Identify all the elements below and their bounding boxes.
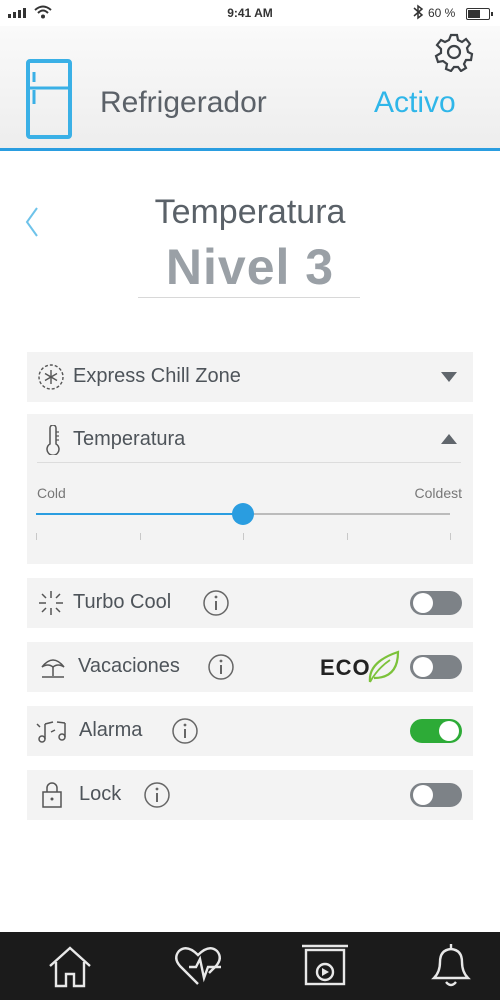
info-icon[interactable] [207, 653, 235, 681]
temperature-section-label: Temperatura [73, 428, 186, 450]
clock: 9:41 AM [227, 6, 273, 20]
turbo-cool-label: Turbo Cool [73, 591, 172, 613]
temperature-section: Temperatura [27, 414, 473, 564]
lock-row: Lock [27, 770, 473, 820]
express-chill-zone-row[interactable]: Express Chill Zone [27, 352, 473, 402]
thermometer-icon [46, 425, 60, 455]
health-icon[interactable] [171, 940, 225, 992]
snowflake-icon [38, 364, 64, 390]
chevron-down-icon[interactable] [441, 372, 457, 382]
title-divider [138, 297, 360, 298]
alarma-toggle[interactable] [410, 719, 462, 743]
media-icon[interactable] [298, 940, 352, 992]
slider-tick [139, 533, 141, 540]
chevron-up-icon[interactable] [441, 434, 457, 444]
header-divider [0, 148, 500, 151]
info-icon[interactable] [202, 589, 230, 617]
slider-tick [346, 533, 348, 540]
vacaciones-label: Vacaciones [78, 655, 180, 677]
slider-tick [450, 533, 451, 540]
burst-icon [39, 591, 63, 615]
bell-icon[interactable] [426, 940, 476, 992]
temperature-slider-fill [36, 513, 243, 515]
slider-tick [36, 533, 37, 540]
alarma-label: Alarma [79, 719, 143, 741]
section-divider [37, 462, 461, 463]
turbo-cool-row: Turbo Cool [27, 578, 473, 628]
battery-percentage: 60 % [428, 6, 456, 20]
umbrella-icon [41, 659, 65, 678]
refrigerator-icon [26, 59, 72, 139]
eco-leaf-icon [368, 650, 400, 683]
status-bar: 9:41 AM 60 % [0, 0, 500, 26]
music-notes-icon [36, 721, 66, 743]
slider-tick [243, 533, 244, 540]
lock-icon [42, 782, 62, 808]
temperature-slider-thumb[interactable] [232, 503, 254, 525]
info-icon[interactable] [143, 781, 171, 809]
turbo-cool-toggle[interactable] [410, 591, 462, 615]
vacaciones-toggle[interactable] [410, 655, 462, 679]
vacaciones-row: Vacaciones [27, 642, 473, 692]
device-status: Activo [374, 86, 456, 119]
alarma-row: Alarma [27, 706, 473, 756]
temperature-level: Nivel 3 [165, 239, 335, 295]
bottom-nav [0, 932, 500, 1000]
page-title: Temperatura [154, 193, 346, 231]
info-icon[interactable] [171, 717, 199, 745]
bluetooth-icon [413, 4, 424, 20]
lock-toggle[interactable] [410, 783, 462, 807]
gear-icon[interactable] [434, 32, 474, 72]
slider-max-label: Coldest [414, 485, 462, 501]
device-name: Refrigerador [100, 86, 267, 119]
lock-label: Lock [79, 783, 122, 805]
battery-icon [466, 8, 493, 20]
home-icon[interactable] [44, 940, 96, 992]
slider-min-label: Cold [37, 485, 66, 501]
express-chill-label: Express Chill Zone [73, 365, 241, 387]
